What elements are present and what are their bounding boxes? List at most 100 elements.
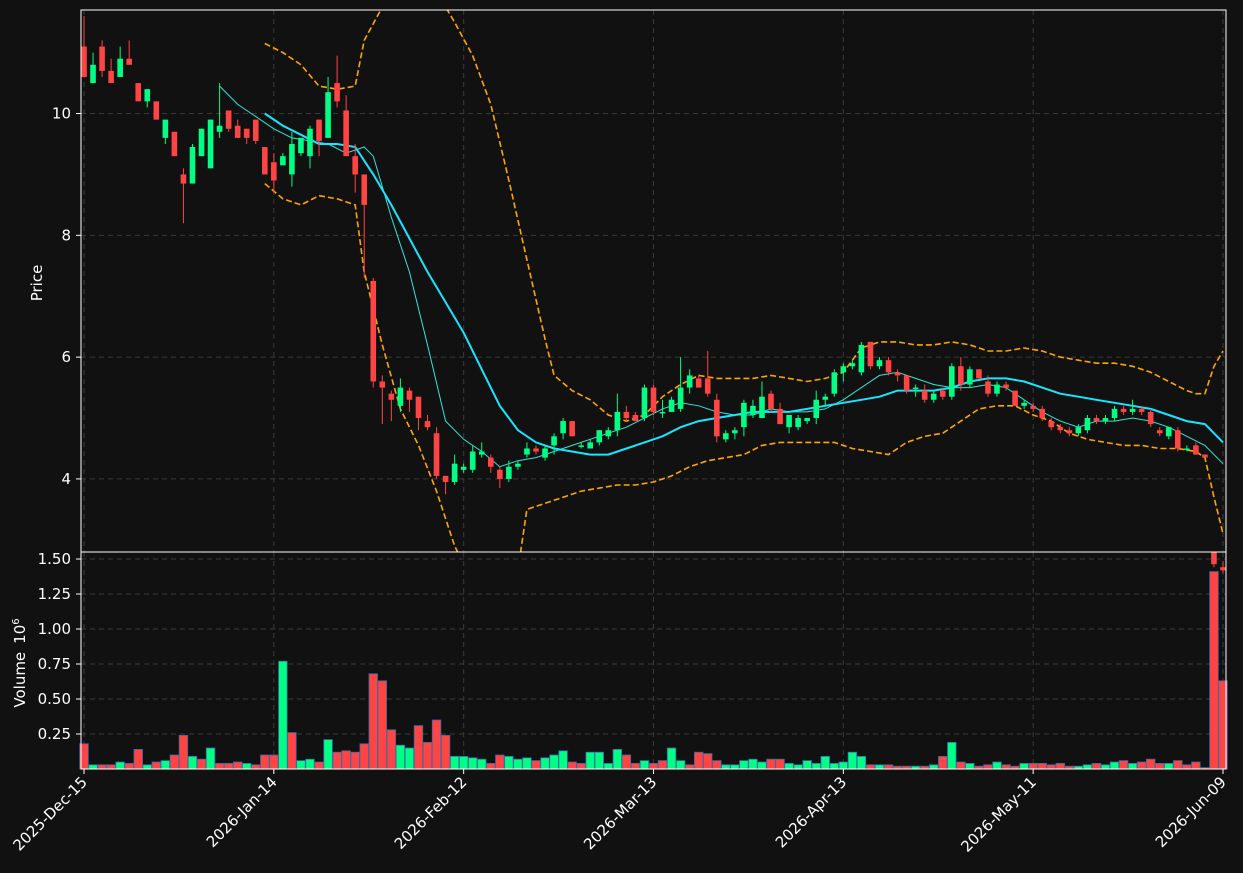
volume-bar (214, 763, 225, 770)
volume-bar (242, 763, 252, 770)
volume-bar (1136, 761, 1147, 770)
candle-body (569, 421, 575, 437)
candle-body (949, 366, 955, 397)
volume-bar (630, 763, 641, 770)
candle-body (108, 70, 114, 84)
candle-body (903, 375, 910, 391)
candle-body (1211, 552, 1217, 565)
volume-bar (178, 735, 189, 770)
volume-bar (1164, 763, 1174, 770)
price-tick-label: 8 (61, 226, 71, 244)
volume-bar (440, 735, 451, 770)
candle-body (759, 396, 765, 419)
volume-bar (666, 747, 677, 770)
volume-bar (576, 763, 586, 770)
volume-bar (847, 751, 858, 770)
candlestick-volume-chart: 46810 0.250.500.751.001.251.50 2025-Dec-… (0, 0, 1243, 873)
volume-bar (260, 754, 270, 770)
price-tick-label: 4 (61, 470, 71, 488)
candle-body (768, 393, 774, 409)
candle-body (939, 390, 946, 397)
volume-bar (883, 764, 894, 770)
candle-body (813, 399, 820, 419)
volume-bar (1019, 763, 1029, 770)
candle-body (289, 143, 295, 175)
candle-body (271, 162, 277, 181)
volume-bar (323, 739, 333, 770)
candle-body (578, 445, 584, 447)
candle-body (641, 387, 648, 419)
volume-bar (449, 756, 460, 770)
candle-body (1039, 408, 1046, 419)
candle-body (1120, 408, 1127, 412)
candle-body (261, 147, 268, 175)
candle-body (225, 110, 232, 129)
candle-body (243, 128, 250, 138)
volume-bar (1173, 760, 1183, 770)
candle-body (153, 101, 160, 120)
candle-body (171, 131, 178, 157)
candle-body (1129, 408, 1136, 412)
candle-body (686, 375, 693, 388)
candle-body (713, 399, 720, 437)
volume-bar (585, 751, 595, 770)
volume-bar (196, 758, 207, 770)
volume-bar (160, 760, 171, 770)
volume-bar (648, 763, 659, 770)
candle-body (1093, 418, 1100, 422)
volume-bar (748, 758, 758, 770)
candle-body (1003, 384, 1009, 388)
candle-body (1012, 390, 1018, 406)
volume-bar (712, 760, 722, 770)
volume-bar (603, 763, 613, 770)
volume-bar (1155, 763, 1165, 770)
candle-body (741, 402, 747, 428)
volume-exponent-base: 10 (11, 625, 29, 644)
volume-bar (287, 732, 297, 770)
volume-bar (1046, 764, 1056, 770)
volume-bar (639, 760, 650, 770)
candle-body (976, 369, 982, 379)
volume-bar (838, 761, 849, 770)
candle-body (551, 436, 557, 446)
volume-bar (332, 751, 342, 770)
candle-body (361, 174, 368, 205)
volume-bar (223, 763, 234, 770)
volume-tick-label: 0.50 (38, 690, 71, 708)
volume-bar (278, 660, 288, 770)
candle-body (343, 110, 349, 157)
candle-body (867, 341, 874, 367)
candle-body (786, 414, 792, 428)
volume-bar (477, 758, 487, 770)
volume-bar (766, 758, 776, 770)
volume-bar (404, 747, 415, 770)
volume-tick-label: 1.50 (38, 550, 71, 568)
volume-bar (486, 763, 496, 770)
candle-body (144, 89, 151, 102)
volume-bar (549, 754, 559, 770)
candle-body (497, 469, 503, 479)
volume-bar (151, 761, 161, 770)
volume-bar (495, 754, 505, 770)
candle-body (1138, 408, 1145, 412)
candle-body (958, 366, 964, 385)
price-axis-label: Price (28, 265, 46, 302)
candle-body (1147, 411, 1154, 425)
candle-body (912, 387, 919, 390)
volume-tick-label: 1.25 (38, 585, 71, 603)
volume-bar (115, 761, 125, 770)
candle-body (795, 418, 801, 428)
volume-bar (793, 764, 803, 770)
volume-bar (169, 754, 180, 770)
volume-bar (1146, 758, 1156, 770)
volume-bar (829, 763, 839, 770)
volume-bar (820, 756, 830, 770)
candle-body (1057, 427, 1064, 431)
volume-bar (956, 761, 966, 770)
volume-bar (368, 673, 378, 770)
volume-bar (856, 756, 867, 770)
candle-body (750, 405, 756, 415)
candle-body (506, 466, 512, 479)
volume-bar (458, 756, 469, 770)
volume-bar (133, 749, 143, 770)
